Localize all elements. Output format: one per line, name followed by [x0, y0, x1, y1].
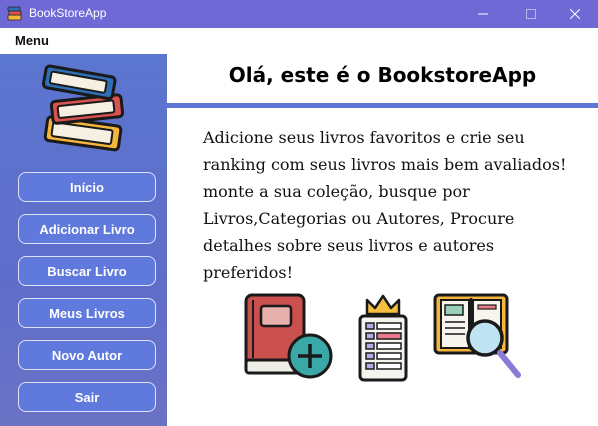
maximize-button[interactable]: [508, 0, 554, 28]
close-icon: [570, 9, 580, 19]
book-search-icon: [433, 293, 521, 378]
close-button[interactable]: [552, 0, 598, 28]
maximize-icon: [526, 9, 536, 19]
nav-button-novo-autor[interactable]: Novo Autor: [18, 340, 156, 370]
minimize-button[interactable]: [460, 0, 506, 28]
sidebar: Início Adicionar Livro Buscar Livro Meus…: [0, 54, 167, 426]
nav-button-sair[interactable]: Sair: [18, 382, 156, 412]
nav-button-inicio[interactable]: Início: [18, 172, 156, 202]
nav-button-adicionar-livro[interactable]: Adicionar Livro: [18, 214, 156, 244]
window-title: BookStoreApp: [29, 6, 107, 20]
divider: [167, 103, 598, 108]
add-book-icon: [244, 293, 333, 379]
ranking-list-icon: [358, 294, 408, 382]
page-title: Olá, este é o BookstoreApp: [228, 63, 537, 87]
description-text: Adicione seus livros favoritos e crie se…: [203, 128, 567, 282]
menu-item-menu[interactable]: Menu: [15, 33, 49, 48]
menu-bar: Menu: [0, 28, 598, 54]
nav-button-meus-livros[interactable]: Meus Livros: [18, 298, 156, 328]
title-bar: BookStoreApp: [0, 0, 598, 28]
minimize-icon: [478, 13, 488, 15]
nav-button-buscar-livro[interactable]: Buscar Livro: [18, 256, 156, 286]
books-icon: [7, 6, 22, 21]
books-stack-icon: [41, 64, 125, 152]
